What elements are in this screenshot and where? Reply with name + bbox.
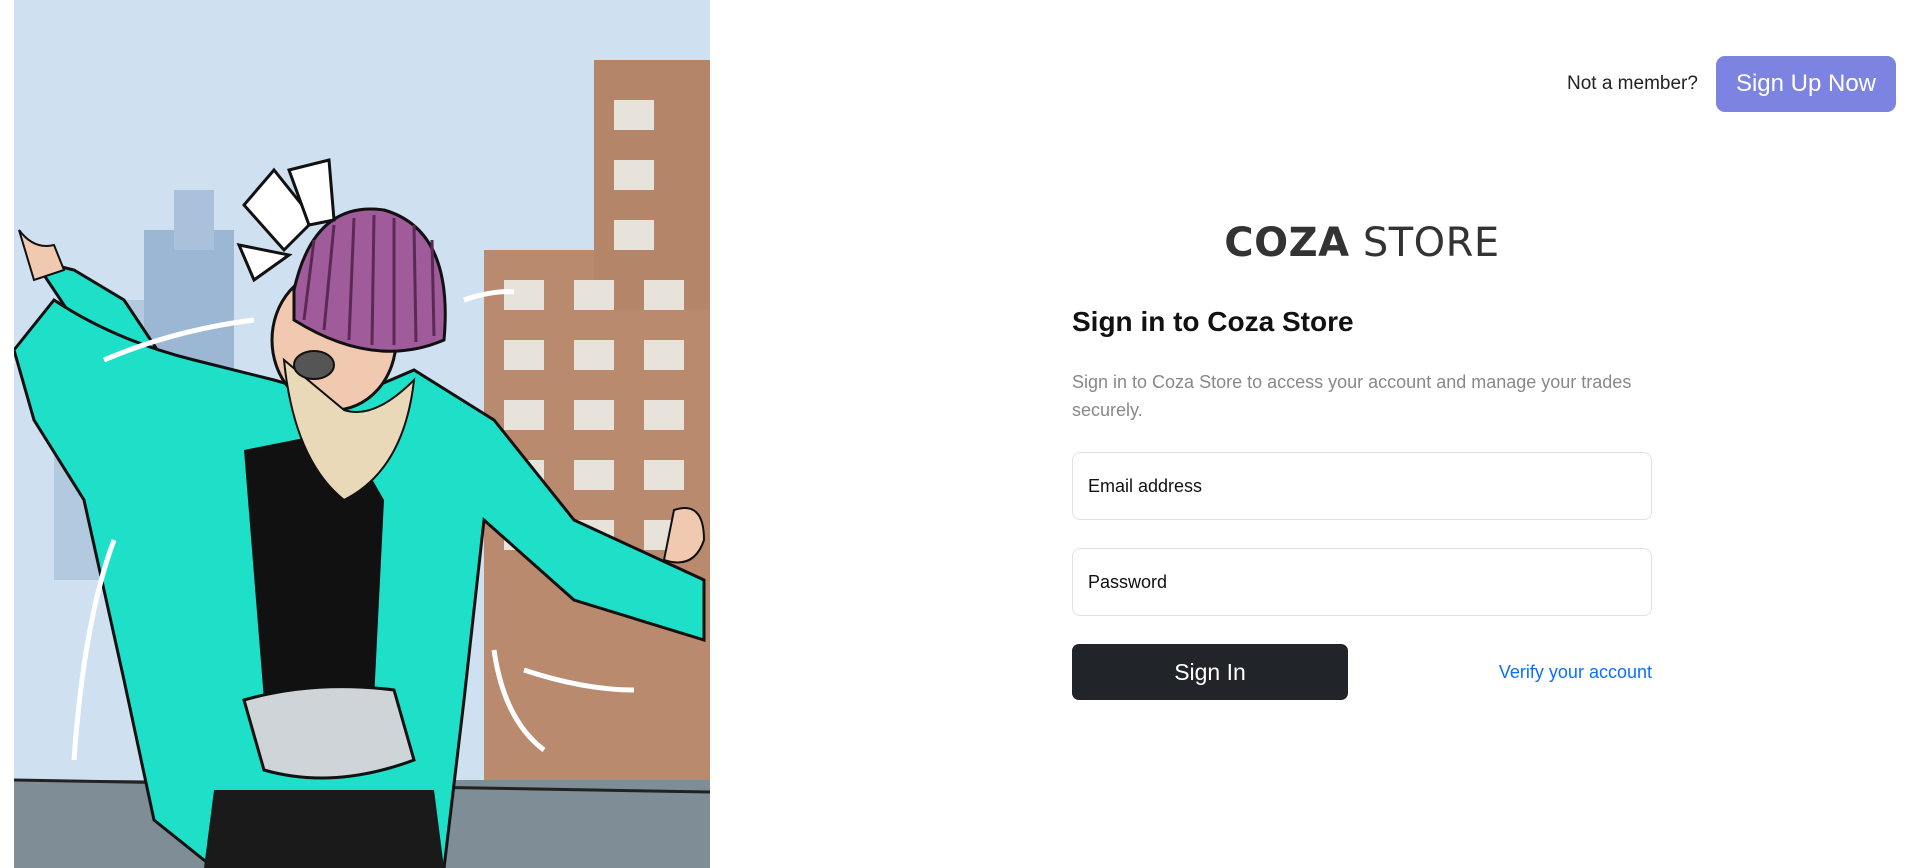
not-member-text: Not a member? [1566,73,1698,94]
password-field[interactable] [1072,548,1652,616]
logo-bold-text: COZA [1224,220,1350,266]
logo-light-text: STORE [1349,220,1500,266]
hero-illustration [14,0,710,868]
sign-up-button[interactable]: Sign Up Now [1715,56,1896,112]
page-subtitle: Sign in to Coza Store to access your acc… [1072,372,1632,420]
verify-account-link[interactable]: Verify your account [1499,662,1652,683]
sign-in-button[interactable]: Sign In [1072,644,1348,700]
form-actions: Sign In Verify your account [1072,644,1652,700]
signup-prompt: Not a member? Sign Up Now [1567,56,1896,112]
email-field[interactable] [1072,452,1652,520]
sign-in-form: COZA STORE Sign in to Coza Store Sign in… [1072,220,1652,700]
sign-in-page: Not a member? Sign Up Now COZA STORE Sig… [0,0,1920,868]
page-title: Sign in to Coza Store [1072,306,1354,337]
coza-store-logo: COZA STORE [1072,220,1652,266]
fashion-model-illustration [14,0,710,868]
